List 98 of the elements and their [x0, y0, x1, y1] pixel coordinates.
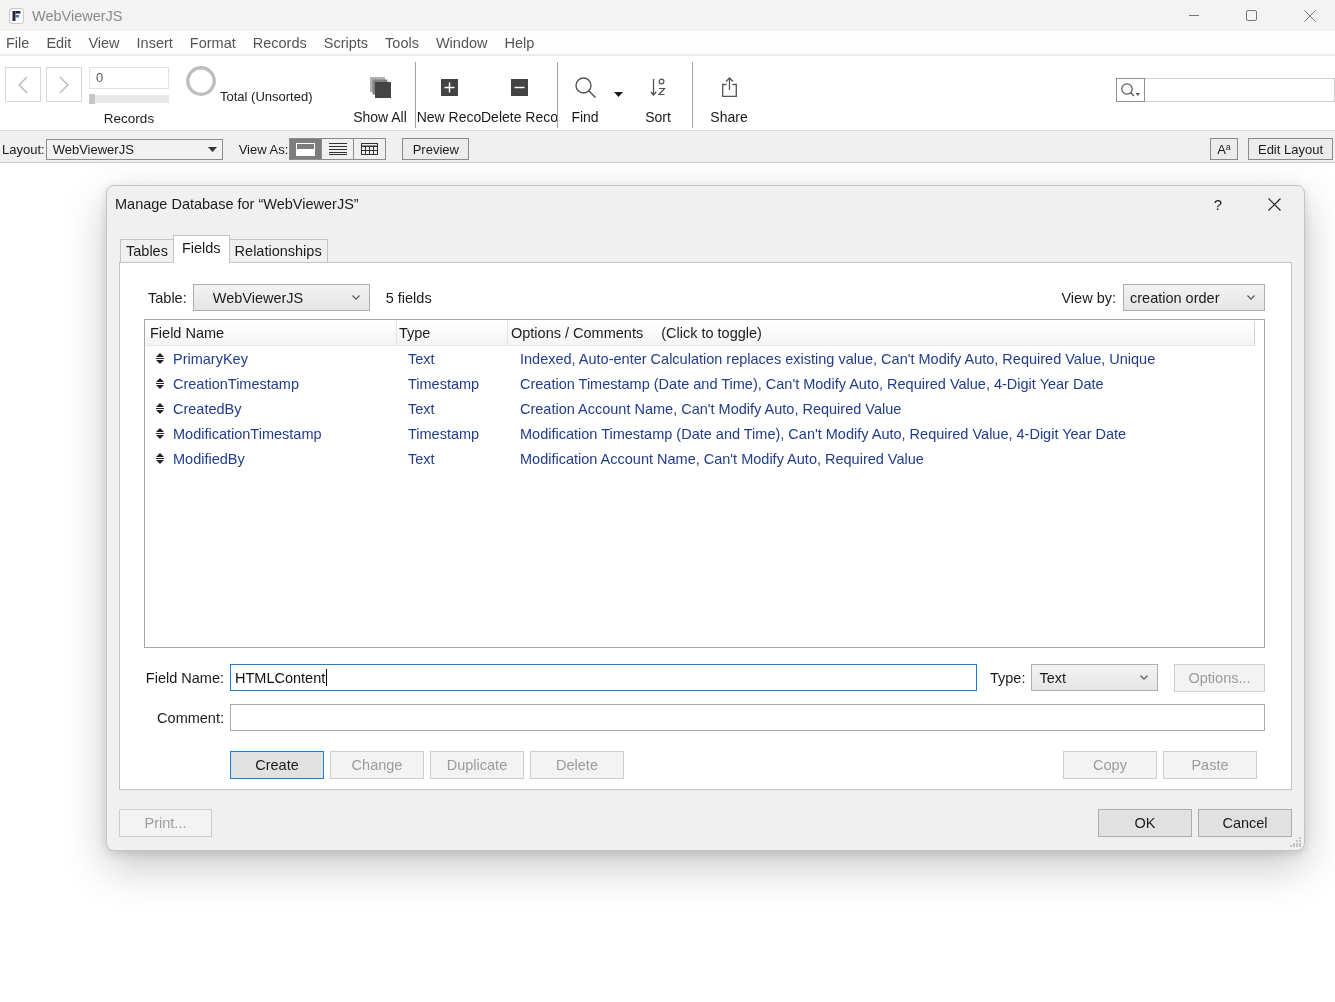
caret-down-icon [207, 146, 217, 152]
field-options-cell-text: Indexed, Auto-enter Calculation replaces existing value, Can't Modify Auto, Required Value, Unique [519, 350, 1157, 367]
help-button[interactable]: ? [1213, 195, 1222, 213]
plus-square-icon [440, 78, 458, 96]
table-dropdown[interactable]: WebViewerJS [192, 284, 370, 311]
menu-item[interactable]: View [88, 32, 120, 53]
field-options-cell-text: Creation Account Name, Can't Modify Auto, Required Value [519, 400, 903, 417]
share-button[interactable]: Share [693, 62, 765, 128]
field-name-input[interactable]: HTMLContent [230, 664, 977, 691]
field-type-cell-text: Text [407, 350, 436, 367]
close-icon[interactable] [1268, 197, 1281, 211]
comment-input[interactable] [230, 704, 1265, 731]
sort-button[interactable]: Sort [624, 62, 692, 128]
app-logo-icon [9, 7, 24, 24]
record-number-field[interactable]: 0 [89, 67, 169, 89]
search-icon [574, 76, 596, 98]
view-by-label: View by: [1061, 289, 1116, 306]
ok-button[interactable]: OK [1098, 809, 1192, 837]
delete-record-button[interactable]: Delete Reco [482, 62, 557, 128]
view-by-dropdown[interactable]: creation order [1123, 284, 1265, 311]
quick-find-menu-button[interactable] [1116, 78, 1145, 102]
menu-item[interactable]: Insert [136, 32, 173, 53]
menu-item[interactable]: Tools [385, 32, 419, 53]
comment-label: Comment: [156, 709, 224, 726]
record-slider[interactable] [89, 95, 169, 103]
tab[interactable]: Relationships [228, 239, 328, 263]
table-view-icon [361, 143, 379, 155]
search-icon [1121, 83, 1140, 97]
chevron-right-icon [59, 75, 69, 94]
view-mode-button[interactable] [321, 138, 355, 160]
layout-label: Layout: [2, 141, 45, 157]
view-as-label: View As: [238, 141, 289, 157]
minus-square-icon [511, 78, 528, 96]
new-record-button[interactable]: New Reco [416, 62, 482, 128]
stacked-squares-icon [369, 76, 391, 98]
window-title: WebViewerJS [32, 7, 123, 24]
field-name-cell-text: PrimaryKey [173, 350, 249, 367]
slider-thumb[interactable] [89, 94, 95, 104]
maximize-icon[interactable] [1246, 10, 1257, 21]
field-options-cell-text: Modification Timestamp (Date and Time), Can't Modify Auto, Required Value, 4-Digit Year Date [519, 425, 1128, 442]
layout-dropdown[interactable]: WebViewerJS [45, 138, 223, 160]
type-dropdown[interactable]: Text [1031, 664, 1159, 691]
find-button[interactable]: Find [558, 62, 612, 128]
view-mode-button[interactable] [353, 138, 387, 160]
share-icon [721, 77, 737, 97]
toggle-hint[interactable]: (Click to toggle) [661, 325, 762, 341]
menu-item[interactable]: Format [189, 32, 236, 53]
caret-down-icon[interactable] [614, 92, 623, 97]
column-header[interactable]: Options / Comments [511, 325, 644, 341]
field-name-cell-text: CreationTimestamp [173, 375, 300, 392]
ring-icon [186, 66, 216, 96]
text-format-button[interactable]: A$^{a}$ [1210, 138, 1238, 160]
menu-item[interactable]: File [6, 32, 30, 53]
type-label: Type: [990, 669, 1026, 686]
resize-grip-icon[interactable] [1290, 836, 1301, 847]
field-name-cell-text: CreatedBy [173, 400, 243, 417]
show-all-button[interactable]: Show All [345, 62, 415, 128]
field-type-cell-text: Text [407, 400, 436, 417]
text-cursor-icon [326, 669, 328, 686]
field-name-cell-text: ModificationTimestamp [173, 425, 323, 442]
dialog-title: Manage Database for “WebViewerJS” [115, 196, 359, 212]
tab[interactable]: Fields [172, 235, 230, 263]
field-name-cell-text: ModifiedBy [173, 450, 246, 467]
preview-button[interactable]: Preview [402, 138, 470, 160]
chevron-down-icon [351, 295, 360, 300]
chevron-left-icon [18, 75, 28, 94]
table-label: Table: [148, 289, 187, 306]
up-down-arrows-icon[interactable] [156, 428, 164, 439]
column-header[interactable]: Type [399, 325, 431, 341]
tab[interactable]: Tables [120, 239, 174, 263]
quick-find-input[interactable] [1145, 78, 1335, 102]
column-header[interactable]: Field Name [150, 325, 225, 341]
records-label: Records [102, 110, 156, 128]
field-type-cell-text: Timestamp [407, 375, 481, 392]
cancel-button[interactable]: Cancel [1198, 809, 1292, 837]
form-view-icon [296, 142, 316, 156]
found-status: Total (Unsorted) [220, 89, 313, 104]
menu-item[interactable]: Window [435, 32, 488, 53]
up-down-arrows-icon[interactable] [156, 403, 164, 414]
list-view-icon [328, 143, 347, 155]
sort-icon [650, 78, 666, 96]
edit-layout-button[interactable]: Edit Layout [1248, 138, 1333, 160]
field-type-cell-text: Timestamp [407, 425, 481, 442]
menu-item[interactable]: Scripts [323, 32, 369, 53]
field-options-cell-text: Creation Timestamp (Date and Time), Can't Modify Auto, Required Value, 4-Digit Year Date [519, 375, 1105, 392]
up-down-arrows-icon[interactable] [156, 378, 164, 389]
chevron-down-icon [1247, 295, 1255, 300]
field-count: 5 fields [385, 289, 432, 306]
up-down-arrows-icon[interactable] [156, 453, 164, 464]
up-down-arrows-icon[interactable] [156, 353, 164, 364]
field-options-cell-text: Modification Account Name, Can't Modify Auto, Required Value [519, 450, 925, 467]
menu-item[interactable]: Records [252, 32, 307, 53]
menu-item[interactable]: Edit [46, 32, 72, 53]
menu-item[interactable]: Help [504, 32, 535, 53]
create-button[interactable]: Create [230, 751, 324, 779]
chevron-down-icon [1140, 675, 1149, 680]
field-type-cell-text: Text [407, 450, 436, 467]
field-name-label: Field Name: [144, 669, 224, 686]
